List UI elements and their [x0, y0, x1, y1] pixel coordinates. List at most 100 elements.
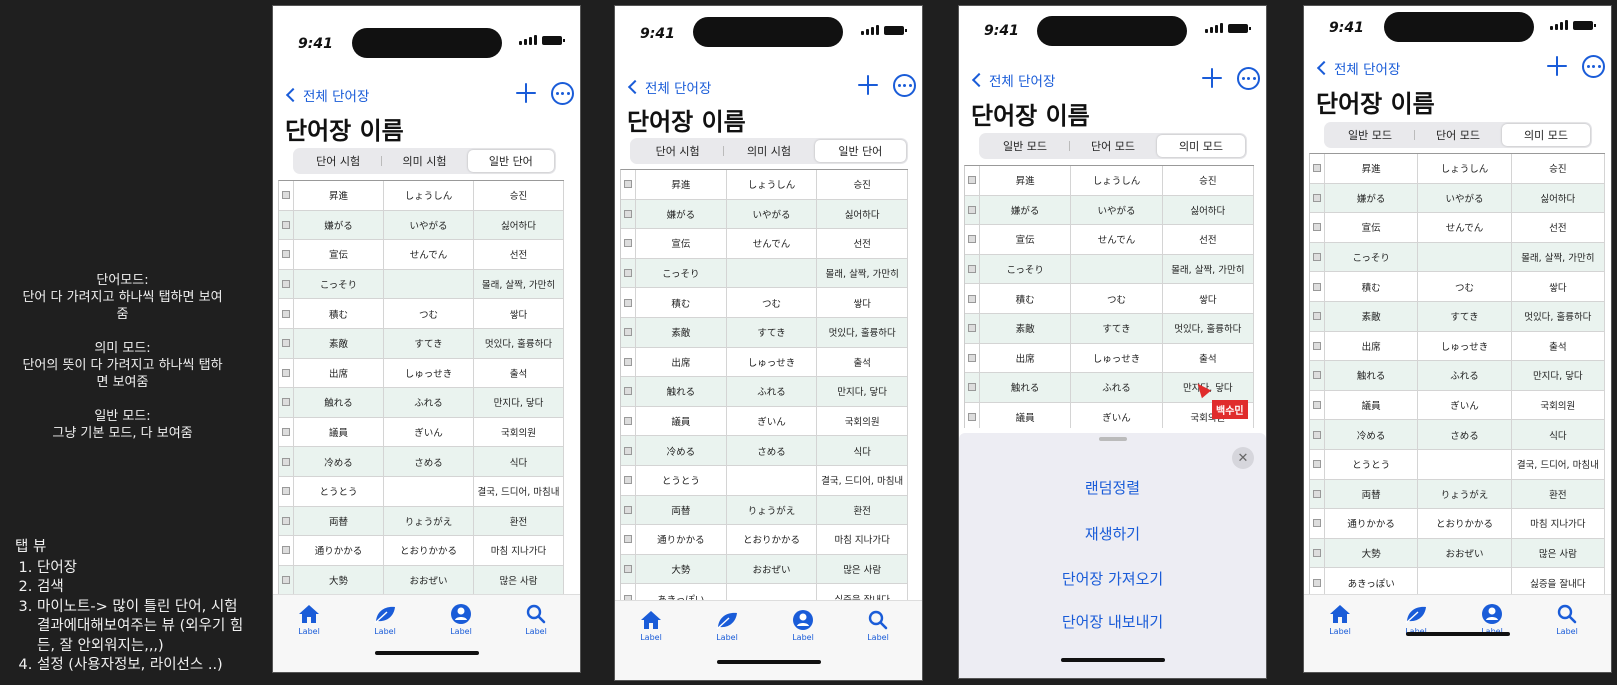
row-checkbox[interactable] — [1310, 301, 1325, 332]
row-checkbox[interactable] — [621, 229, 636, 259]
table-row[interactable]: 触れる ふれる 만지다, 닿다 — [621, 377, 908, 407]
table-row[interactable]: 出席 しゅっせき 출석 — [1310, 331, 1605, 362]
table-row[interactable]: 積む つむ 쌓다 — [965, 284, 1254, 314]
back-button[interactable]: 전체 단어장 — [1316, 58, 1400, 78]
back-button[interactable]: 전체 단어장 — [971, 70, 1055, 90]
table-row[interactable]: こっそり 몰래, 살짝, 가만히 — [279, 269, 564, 300]
row-checkbox[interactable] — [621, 406, 636, 437]
tab-item[interactable]: Label — [783, 609, 823, 642]
table-row[interactable]: 積む つむ 쌓다 — [621, 288, 908, 318]
row-checkbox[interactable] — [1310, 538, 1325, 569]
row-checkbox[interactable] — [965, 402, 980, 428]
tab-item[interactable]: Label — [1320, 603, 1360, 636]
table-row[interactable]: 昇進 しょうしん 승진 — [621, 170, 908, 200]
row-checkbox[interactable] — [1310, 449, 1325, 480]
table-row[interactable]: 触れる ふれる 만지다, 닿다 — [1310, 361, 1605, 391]
segment-option[interactable]: 의미 시험 — [381, 150, 467, 172]
row-checkbox[interactable] — [621, 525, 636, 555]
table-row[interactable]: こっそり 몰래, 살짝, 가만히 — [1310, 242, 1605, 273]
tab-item[interactable]: Label — [365, 603, 405, 636]
row-checkbox[interactable] — [621, 465, 636, 496]
tab-item[interactable]: Label — [441, 603, 481, 636]
segment-option[interactable]: 일반 단어 — [467, 150, 554, 172]
table-row[interactable]: 宣伝 せんでん 선전 — [621, 229, 908, 259]
table-row[interactable]: 大勢 おおぜい 많은 사람 — [279, 565, 564, 596]
row-checkbox[interactable] — [279, 210, 294, 241]
back-button[interactable]: 전체 단어장 — [627, 77, 711, 97]
row-checkbox[interactable] — [965, 343, 980, 374]
row-checkbox[interactable] — [1310, 509, 1325, 539]
table-row[interactable]: 積む つむ 쌓다 — [279, 299, 564, 329]
table-row[interactable]: 素敵 すてき 멋있다, 훌륭하다 — [1310, 301, 1605, 332]
table-row[interactable]: 昇進 しょうしん 승진 — [279, 181, 564, 211]
table-row[interactable]: 両替 りょうがえ 환전 — [279, 506, 564, 537]
tab-item[interactable]: Label — [1547, 603, 1587, 636]
row-checkbox[interactable] — [621, 317, 636, 348]
row-checkbox[interactable] — [279, 565, 294, 596]
table-row[interactable]: 素敵 すてき 멋있다, 훌륭하다 — [279, 328, 564, 359]
table-row[interactable]: 冷める さめる 식다 — [279, 447, 564, 477]
sheet-action[interactable]: 단어장 가져오기 — [979, 568, 1246, 589]
sheet-action[interactable]: 재생하기 — [979, 523, 1246, 544]
row-checkbox[interactable] — [621, 436, 636, 466]
table-row[interactable]: とうとう 결국, 드디어, 마침내 — [621, 465, 908, 496]
row-checkbox[interactable] — [965, 254, 980, 285]
row-checkbox[interactable] — [965, 373, 980, 403]
tab-item[interactable]: Label — [289, 603, 329, 636]
segment-option[interactable]: 의미 모드 — [1157, 135, 1245, 157]
table-row[interactable]: こっそり 몰래, 살짝, 가만히 — [965, 254, 1254, 285]
back-button[interactable]: 전체 단어장 — [285, 85, 369, 105]
row-checkbox[interactable] — [621, 170, 636, 200]
sheet-action[interactable]: 단어장 내보내기 — [979, 611, 1246, 632]
more-icon[interactable] — [551, 82, 574, 105]
table-row[interactable]: こっそり 몰래, 살짝, 가만히 — [621, 258, 908, 289]
tab-item[interactable]: Label — [858, 609, 898, 642]
table-row[interactable]: 両替 りょうがえ 환전 — [621, 495, 908, 526]
row-checkbox[interactable] — [621, 377, 636, 407]
row-checkbox[interactable] — [621, 347, 636, 378]
row-checkbox[interactable] — [279, 388, 294, 418]
segment-option[interactable]: 단어 모드 — [1069, 135, 1157, 157]
row-checkbox[interactable] — [279, 240, 294, 270]
segment-option[interactable]: 단어 시험 — [632, 140, 723, 162]
row-checkbox[interactable] — [279, 358, 294, 389]
more-icon[interactable] — [1582, 55, 1605, 78]
row-checkbox[interactable] — [279, 536, 294, 566]
segment-option[interactable]: 단어 모드 — [1414, 124, 1502, 146]
plus-icon[interactable] — [1200, 66, 1224, 90]
table-row[interactable]: 宣伝 せんでん 선전 — [965, 225, 1254, 255]
table-row[interactable]: 大勢 おおぜい 많은 사람 — [621, 554, 908, 585]
table-row[interactable]: 通りかかる とおりかかる 마침 지나가다 — [1310, 509, 1605, 539]
plus-icon[interactable] — [856, 73, 880, 97]
segment-option[interactable]: 일반 단어 — [814, 140, 906, 162]
table-row[interactable]: 触れる ふれる 만지다, 닿다 — [279, 388, 564, 418]
table-row[interactable]: 冷める さめる 식다 — [621, 436, 908, 466]
table-row[interactable]: 議員 ぎいん 국회의원 — [965, 402, 1254, 428]
plus-icon[interactable] — [1545, 54, 1569, 78]
table-row[interactable]: 昇進 しょうしん 승진 — [1310, 154, 1605, 184]
table-row[interactable]: 宣伝 せんでん 선전 — [279, 240, 564, 270]
segment-option[interactable]: 의미 시험 — [723, 140, 814, 162]
row-checkbox[interactable] — [279, 328, 294, 359]
tab-item[interactable]: Label — [707, 609, 747, 642]
row-checkbox[interactable] — [1310, 361, 1325, 391]
table-row[interactable]: 通りかかる とおりかかる 마침 지나가다 — [279, 536, 564, 566]
tab-item[interactable]: Label — [631, 609, 671, 642]
table-row[interactable]: 触れる ふれる 만지다, 닿다 — [965, 373, 1254, 403]
row-checkbox[interactable] — [279, 506, 294, 537]
table-row[interactable]: 嫌がる いやがる 싫어하다 — [621, 199, 908, 230]
row-checkbox[interactable] — [1310, 420, 1325, 450]
row-checkbox[interactable] — [1310, 183, 1325, 214]
table-row[interactable]: とうとう 결국, 드디어, 마침내 — [1310, 449, 1605, 480]
row-checkbox[interactable] — [279, 181, 294, 211]
sheet-grabber[interactable] — [1098, 437, 1127, 441]
row-checkbox[interactable] — [965, 313, 980, 344]
row-checkbox[interactable] — [621, 554, 636, 585]
table-row[interactable]: 出席 しゅっせき 출석 — [279, 358, 564, 389]
row-checkbox[interactable] — [1310, 331, 1325, 362]
row-checkbox[interactable] — [279, 447, 294, 477]
table-row[interactable]: 素敵 すてき 멋있다, 훌륭하다 — [621, 317, 908, 348]
row-checkbox[interactable] — [1310, 272, 1325, 302]
plus-icon[interactable] — [514, 81, 538, 105]
row-checkbox[interactable] — [965, 166, 980, 196]
